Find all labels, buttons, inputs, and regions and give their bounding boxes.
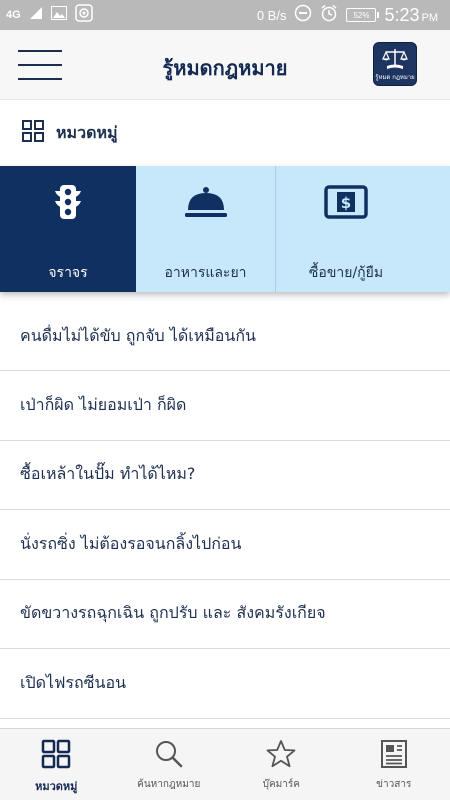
news-icon — [380, 740, 407, 768]
status-bar: 4G 0 B/s 52% 5:23 PM — [0, 0, 450, 30]
category-card-label: ซื้อขาย/กู้ยืม — [308, 265, 384, 281]
list-item[interactable]: เป่าก็ผิด ไม่ยอมเป่า ก็ผิด — [0, 371, 450, 441]
alarm-icon — [320, 4, 338, 27]
category-card-trade-loan[interactable]: $ ซื้อขาย/กู้ยืม — [276, 166, 416, 292]
bottom-navigation: หมวดหมู่ ค้นหากฎหมาย บุ๊คมาร์ค ข่าวสาร — [0, 728, 450, 800]
grid-icon — [22, 120, 44, 146]
clock-ampm: PM — [421, 11, 439, 24]
clock: 5:23 PM — [384, 5, 438, 26]
food-cloche-icon — [184, 187, 227, 217]
record-notification-icon — [74, 3, 93, 27]
scales-of-justice-icon — [382, 48, 408, 69]
nav-bookmark[interactable]: บุ๊คมาร์ค — [225, 729, 338, 800]
app-header: รู้หมดกฎหมาย รู้หมด กฎหมาย — [0, 30, 450, 100]
list-item[interactable]: นั่งรถซิ่ง ไม่ต้องรอจนกลิ้งไปก่อน — [0, 510, 450, 580]
nav-label: บุ๊คมาร์ค — [262, 779, 300, 790]
clock-time: 5:23 — [384, 4, 420, 25]
nav-label: ค้นหากฎหมาย — [137, 779, 201, 790]
signal-icon — [29, 6, 43, 25]
nav-news[interactable]: ข่าวสาร — [338, 729, 450, 800]
category-card-traffic[interactable]: จราจร — [0, 166, 136, 292]
app-logo[interactable]: รู้หมด กฎหมาย — [373, 42, 417, 86]
network-indicator: 4G — [6, 9, 21, 21]
list-item[interactable]: ซื้อเหล้าในปั๊ม ทำได้ไหม? — [0, 441, 450, 510]
battery-level: 52% — [353, 10, 370, 20]
category-card-food-drug[interactable]: อาหารและยา — [136, 166, 276, 292]
category-carousel[interactable]: จราจร อาหารและยา $ ซื้อขาย/กู้ยืม — [0, 166, 450, 292]
search-icon — [155, 741, 182, 768]
star-icon — [266, 740, 296, 768]
svg-text:$: $ — [341, 194, 351, 212]
category-title: หมวดหมู่ — [56, 122, 118, 142]
list-item[interactable]: เปิดไฟรถซีนอน — [0, 649, 450, 719]
nav-label: ข่าวสาร — [376, 779, 412, 790]
money-icon: $ — [324, 185, 368, 219]
data-speed: 0 B/s — [256, 7, 287, 23]
list-item[interactable]: ขัดขวางรถฉุกเฉิน ถูกปรับ และ สังคมรังเกี… — [0, 580, 450, 649]
nav-category[interactable]: หมวดหมู่ — [0, 729, 113, 800]
category-header: หมวดหมู่ — [0, 101, 450, 165]
list-item[interactable]: คนดื่มไม่ได้ขับ ถูกจับ ได้เหมือนกัน — [0, 302, 450, 371]
grid-icon — [42, 739, 71, 769]
traffic-light-icon — [55, 185, 81, 219]
image-notification-icon — [50, 5, 67, 25]
category-card-label: จราจร — [48, 265, 88, 281]
mute-icon — [294, 4, 312, 27]
article-list: คนดื่มไม่ได้ขับ ถูกจับ ได้เหมือนกัน เป่า… — [0, 302, 450, 719]
nav-label: หมวดหมู่ — [35, 780, 78, 793]
category-card-label: อาหารและยา — [164, 265, 247, 281]
battery-icon: 52% — [346, 8, 380, 22]
logo-text: รู้หมด กฎหมาย — [375, 73, 415, 81]
nav-search-law[interactable]: ค้นหากฎหมาย — [113, 729, 226, 800]
